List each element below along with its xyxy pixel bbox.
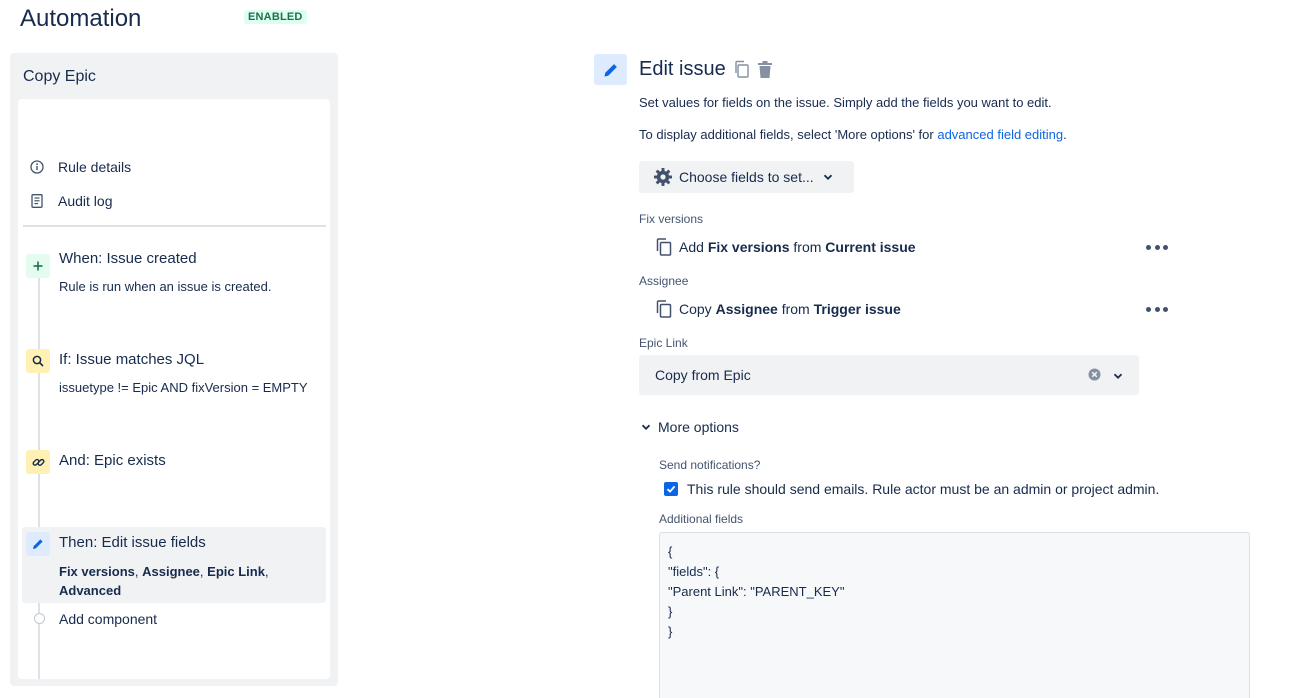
chevron-down-icon <box>640 421 652 433</box>
summary-epic-link: Epic Link <box>207 564 265 579</box>
action-description: Set values for fields on the issue. Simp… <box>639 95 1052 110</box>
add-component-dot-icon <box>34 613 45 624</box>
assignee-label: Assignee <box>639 274 689 288</box>
clear-icon[interactable] <box>1088 368 1101 381</box>
summary-assignee: Assignee <box>142 564 200 579</box>
more-info-suffix: . <box>1063 127 1067 142</box>
status-badge: ENABLED <box>244 10 307 24</box>
action-pencil-icon[interactable] <box>26 532 50 556</box>
audit-log-label: Audit log <box>58 193 113 209</box>
epic-link-select[interactable]: Copy from Epic <box>639 355 1139 395</box>
copy-icon[interactable] <box>733 60 751 79</box>
info-icon <box>30 160 44 174</box>
chevron-down-icon <box>822 171 834 183</box>
more-info-text: To display additional fields, select 'Mo… <box>639 127 1067 142</box>
epic-link-label: Epic Link <box>639 336 688 350</box>
more-options-label: More options <box>658 419 739 435</box>
action-title-summary[interactable]: Then: Edit issue fields <box>59 534 206 551</box>
more-options-toggle[interactable]: More options <box>640 418 739 436</box>
action-title: Edit issue <box>639 58 726 80</box>
summary-separator: , <box>264 564 269 579</box>
choose-fields-button[interactable]: Choose fields to set... <box>639 161 854 193</box>
rule-card: Rule details Audit log When: Issue creat… <box>18 99 330 679</box>
fix-versions-field: Fix versions <box>707 239 790 255</box>
additional-fields-label: Additional fields <box>659 512 744 526</box>
rule-details-link[interactable]: Rule details <box>30 157 131 177</box>
fix-versions-row[interactable]: Add Fix versions from Current issue <box>656 237 916 257</box>
fix-versions-source: Current issue <box>825 239 916 255</box>
trigger-title[interactable]: When: Issue created <box>59 250 197 267</box>
fix-versions-op: Add <box>679 239 708 255</box>
document-icon <box>30 194 44 208</box>
choose-fields-label: Choose fields to set... <box>679 169 814 185</box>
rule-name: Copy Epic <box>23 68 96 85</box>
assignee-row[interactable]: Copy Assignee from Trigger issue <box>656 299 901 319</box>
send-notifications-row[interactable]: This rule should send emails. Rule actor… <box>664 481 1159 497</box>
branch-link-icon[interactable] <box>26 450 50 474</box>
add-component-link[interactable]: Add component <box>59 611 157 627</box>
trigger-plus-icon[interactable] <box>26 254 50 278</box>
branch-title[interactable]: And: Epic exists <box>59 452 166 469</box>
rule-details-label: Rule details <box>58 159 132 175</box>
audit-log-link[interactable]: Audit log <box>30 191 112 211</box>
copy-icon <box>656 238 672 256</box>
pencil-icon <box>594 54 627 85</box>
send-notifications-checkbox[interactable] <box>664 482 678 496</box>
gear-icon <box>653 167 673 187</box>
condition-search-icon[interactable] <box>26 349 50 373</box>
page-title: Automation <box>20 5 142 32</box>
summary-advanced: Advanced <box>59 583 122 598</box>
advanced-field-editing-link[interactable]: advanced field editing <box>937 127 1063 142</box>
trash-icon[interactable] <box>756 60 774 79</box>
send-notifications-text: This rule should send emails. Rule actor… <box>687 481 1160 497</box>
epic-link-value: Copy from Epic <box>655 367 751 383</box>
assignee-source: Trigger issue <box>813 301 901 317</box>
assignee-field: Assignee <box>715 301 778 317</box>
condition-description: issuetype != Epic AND fixVersion = EMPTY <box>59 380 308 395</box>
trigger-description: Rule is run when an issue is created. <box>59 279 272 294</box>
more-info-prefix: To display additional fields, select 'Mo… <box>639 127 938 142</box>
additional-fields-editor[interactable]: { "fields": { "Parent Link": "PARENT_KEY… <box>659 532 1250 698</box>
copy-icon <box>656 300 672 318</box>
condition-title[interactable]: If: Issue matches JQL <box>59 351 204 368</box>
fix-versions-more-icon[interactable] <box>1146 242 1168 252</box>
divider <box>23 225 326 227</box>
chevron-down-icon[interactable] <box>1112 369 1124 381</box>
fix-versions-label: Fix versions <box>639 212 704 226</box>
assignee-from: from <box>777 301 814 317</box>
assignee-op: Copy <box>679 301 716 317</box>
assignee-more-icon[interactable] <box>1146 304 1168 314</box>
fix-versions-from: from <box>789 239 826 255</box>
summary-fix-versions: Fix versions <box>59 564 135 579</box>
rule-panel: Copy Epic Rule details Audit log When: I… <box>10 53 338 686</box>
action-fields-summary: Fix versions, Assignee, Epic Link, Advanc… <box>59 562 289 600</box>
send-notifications-label: Send notifications? <box>659 458 761 472</box>
